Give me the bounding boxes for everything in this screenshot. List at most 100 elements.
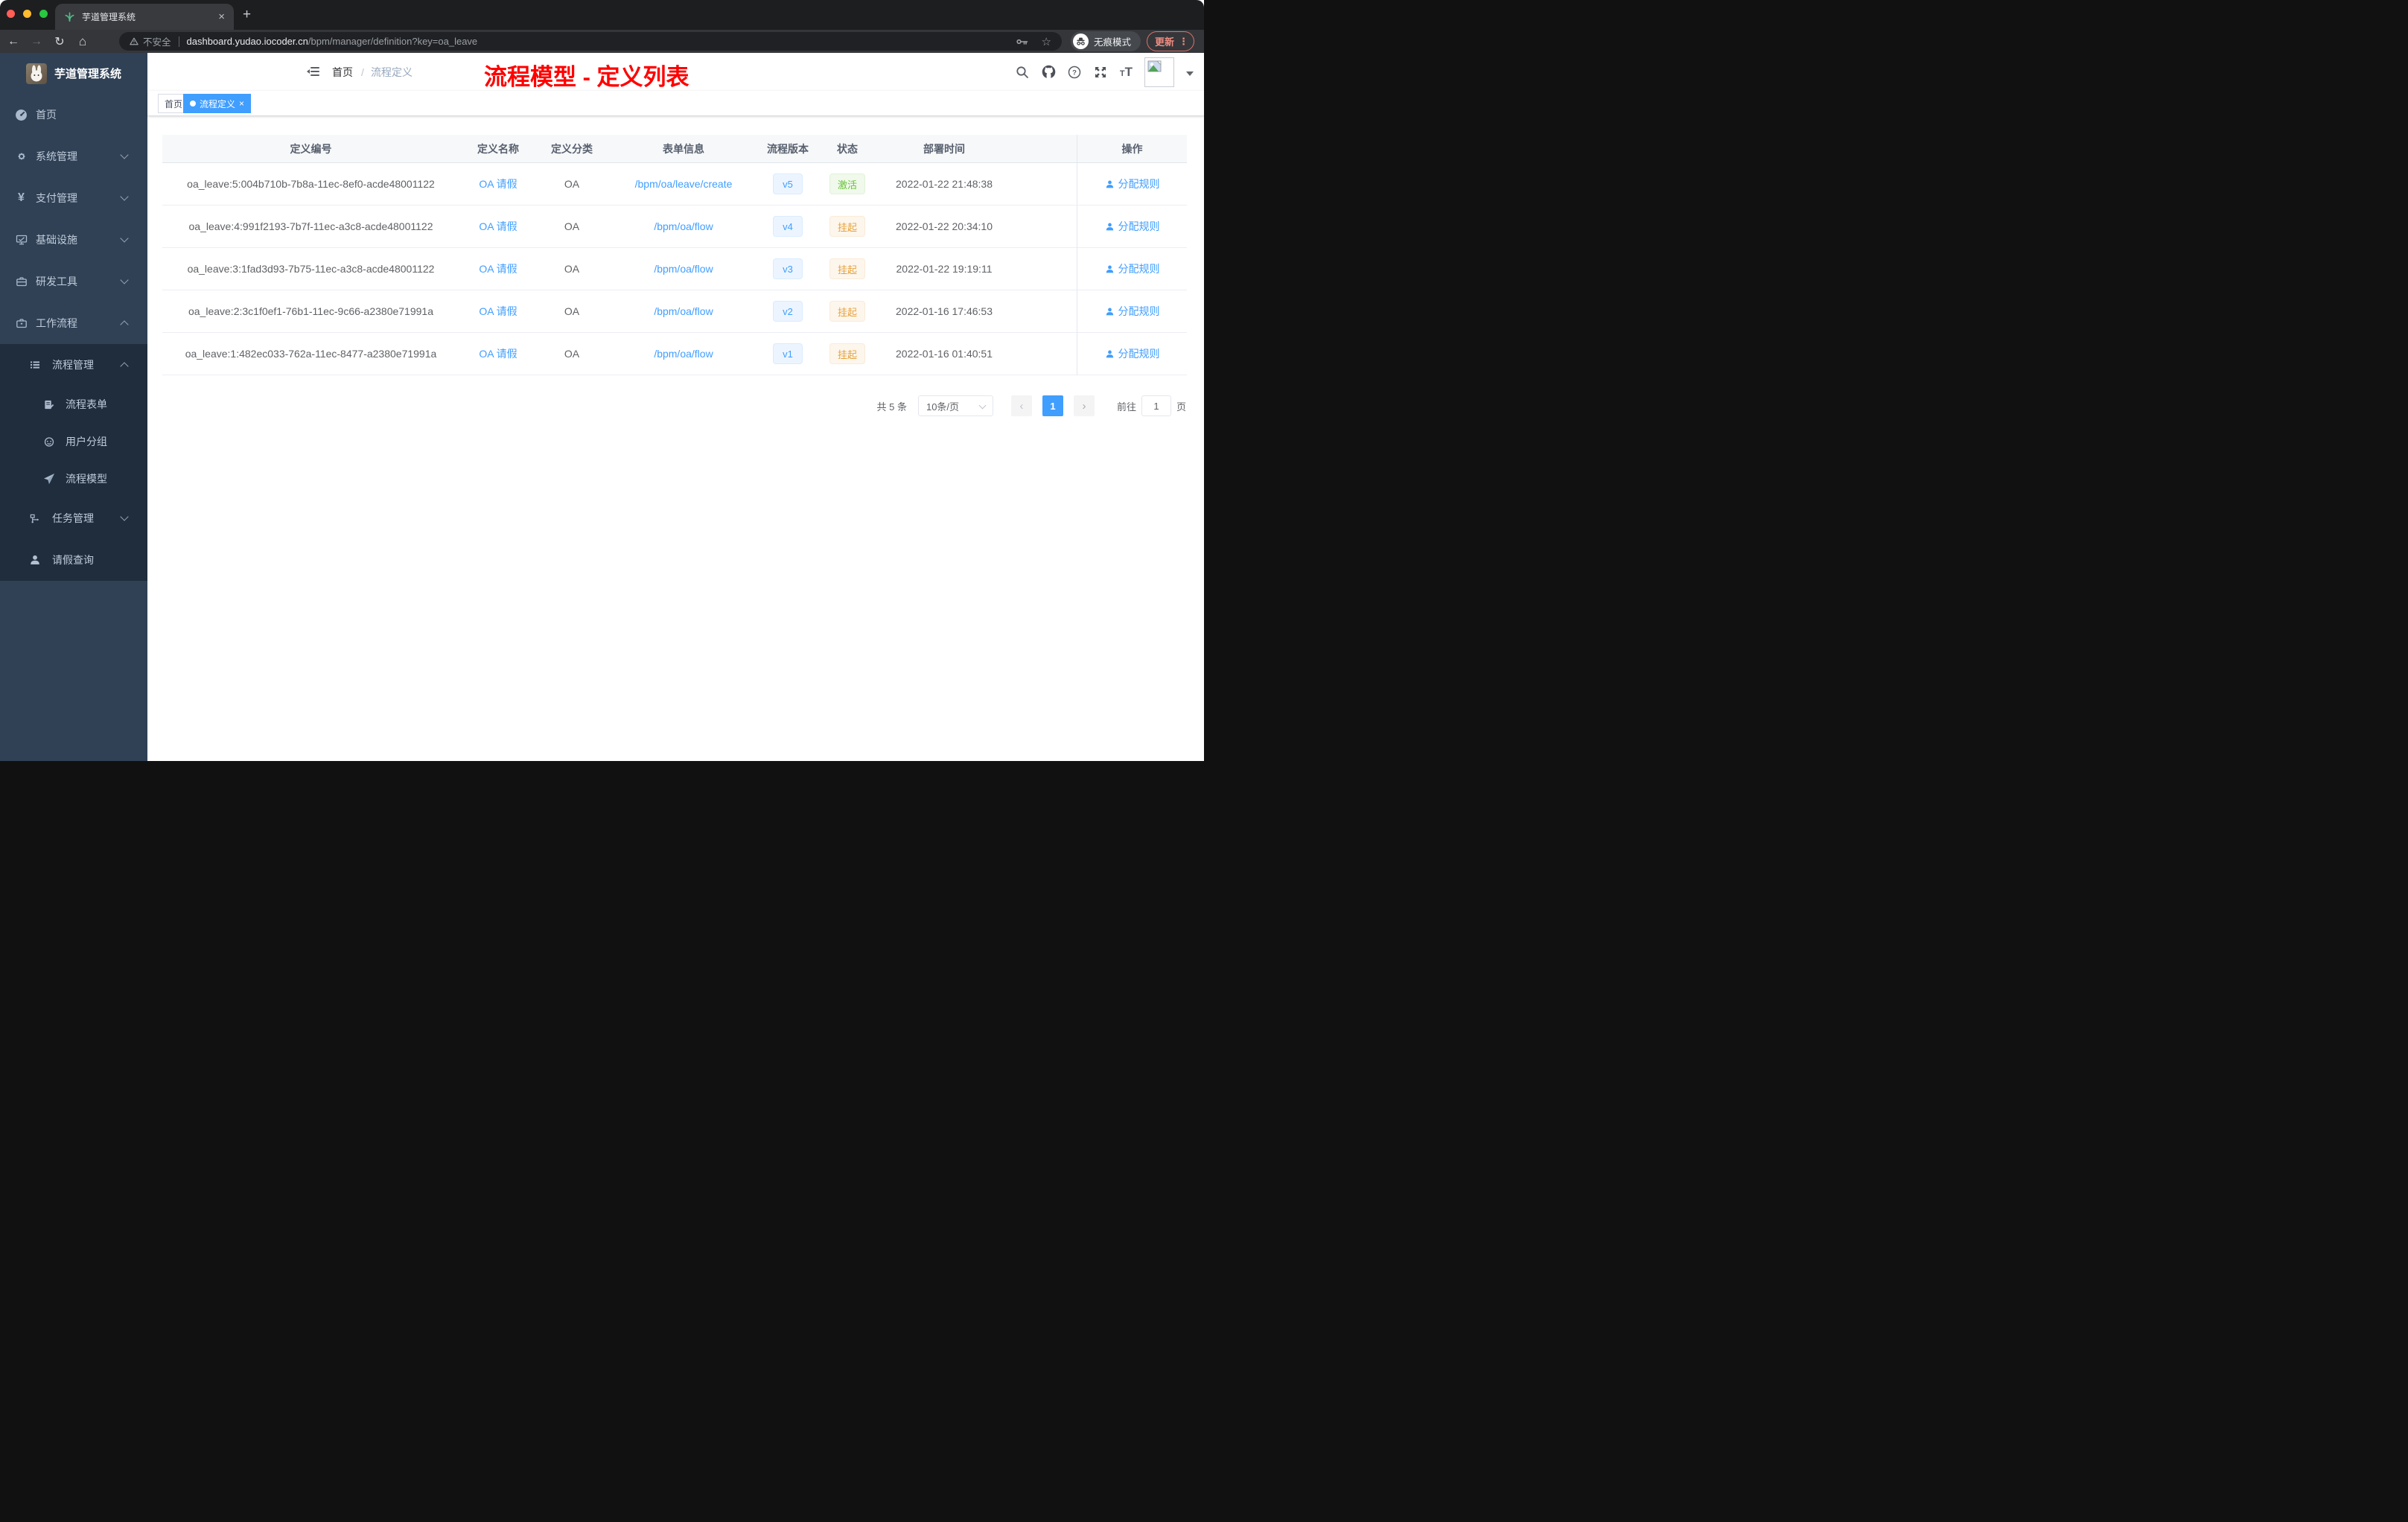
assign-rule-link[interactable]: 分配规则 [1118,176,1160,191]
form-link[interactable]: /bpm/oa/flow [654,220,713,232]
monitor-icon [15,234,28,246]
address-bar[interactable]: 不安全 dashboard.yudao.iocoder.cn/bpm/manag… [119,32,1062,51]
goto-label: 前往 [1116,401,1136,413]
chevron-down-icon [978,401,987,410]
column-header-spacer [1009,135,1077,163]
back-icon[interactable]: ← [4,30,22,53]
security-label[interactable]: 不安全 [143,34,171,48]
current-page-button[interactable]: 1 [1042,395,1063,416]
column-header: 表单信息 [607,135,760,163]
page-size-select[interactable]: 10条/页 [917,395,993,416]
sidebar-item-process-form[interactable]: 流程表单 [0,386,147,423]
status-badge: 激活 [829,173,865,194]
form-link[interactable]: /bpm/oa/flow [654,305,713,317]
fullscreen-icon[interactable] [1094,65,1108,79]
sidebar-item-payment[interactable]: ¥ 支付管理 [0,177,147,219]
warning-icon [130,37,138,45]
help-icon[interactable]: ? [1068,65,1082,79]
update-button[interactable]: 更新 ⋮ [1147,31,1194,51]
sidebar-item-leave-query[interactable]: 请假查询 [0,539,147,581]
sidebar-item-task-mgmt[interactable]: 任务管理 [0,497,147,539]
forward-icon[interactable]: → [28,30,45,53]
version-badge: v5 [773,173,803,194]
tag-active-process-definition[interactable]: 流程定义 × [183,94,252,113]
navbar-right-menu: ? TT [1016,53,1194,91]
user-icon [1105,307,1115,316]
incognito-icon [1073,34,1089,49]
traffic-light-minimize-icon[interactable] [23,10,31,18]
chevron-down-icon [120,192,129,201]
sidebar-item-label: 流程模型 [66,473,107,485]
column-header: 定义名称 [459,135,537,163]
row-spacer [1009,206,1077,248]
tab-strip: 芋道管理系统 × + [0,0,1204,30]
sidebar-item-process-model[interactable]: 流程模型 [0,460,147,497]
browser-tab[interactable]: 芋道管理系统 × [55,4,234,30]
table-row: oa_leave:5:004b710b-7b8a-11ec-8ef0-acde4… [162,163,1187,206]
traffic-light-close-icon[interactable] [7,10,15,18]
incognito-badge: 无痕模式 [1071,31,1141,51]
goto-page-input[interactable] [1141,395,1171,416]
next-page-button[interactable]: › [1073,395,1095,416]
assign-rule-link[interactable]: 分配规则 [1118,219,1160,234]
sidebar-item-process-mgmt[interactable]: 流程管理 [0,344,147,386]
chevron-down-icon [120,234,129,243]
sidebar-item-user-group[interactable]: 用户分组 [0,423,147,460]
list-icon [28,359,41,372]
sidebar-item-home[interactable]: 首页 [0,94,147,136]
definition-name-link[interactable]: OA 请假 [479,346,517,361]
sidebar-item-label: 用户分组 [66,436,107,448]
definition-name-link[interactable]: OA 请假 [479,261,517,276]
avatar-broken-image-icon[interactable] [1144,57,1174,87]
sidebar-item-label: 请假查询 [52,554,94,566]
definition-id: oa_leave:5:004b710b-7b8a-11ec-8ef0-acde4… [187,178,435,190]
font-size-icon[interactable]: TT [1120,66,1133,78]
key-icon[interactable] [1016,37,1028,46]
column-header: 定义分类 [537,135,607,163]
tag-close-icon[interactable]: × [239,99,244,108]
hamburger-icon[interactable] [307,66,320,81]
sidebar-menu: 首页 系统管理 ¥ 支付管理 基础设施 研发工具 工作流程 流程管理 流程表单 … [0,94,147,581]
user-icon [1105,179,1115,189]
browser-menu-icon[interactable]: ⋮ [1179,36,1188,46]
sidebar-item-label: 首页 [36,109,57,121]
bookmark-star-icon[interactable]: ☆ [1042,35,1051,48]
tree-icon [28,512,41,525]
chevron-up-icon [120,362,129,371]
search-icon[interactable] [1016,65,1030,79]
sidebar-item-devtools[interactable]: 研发工具 [0,261,147,302]
deploy-time: 2022-01-22 20:34:10 [896,220,993,232]
sidebar-item-workflow[interactable]: 工作流程 [0,302,147,344]
assign-rule-link[interactable]: 分配规则 [1118,261,1160,276]
caret-down-icon[interactable] [1186,71,1194,76]
prev-page-button[interactable]: ‹ [1010,395,1032,416]
table-row: oa_leave:2:3c1f0ef1-76b1-11ec-9c66-a2380… [162,290,1187,333]
definition-name-link[interactable]: OA 请假 [479,176,517,191]
column-header: 定义编号 [162,135,459,163]
sidebar-logo[interactable]: 芋道管理系统 [0,53,147,94]
status-badge: 挂起 [829,216,865,237]
sidebar-item-infra[interactable]: 基础设施 [0,219,147,261]
page-size-value: 10条/页 [926,401,960,413]
definition-id: oa_leave:2:3c1f0ef1-76b1-11ec-9c66-a2380… [188,305,433,317]
home-icon[interactable]: ⌂ [74,30,92,53]
form-link[interactable]: /bpm/oa/flow [654,263,713,275]
form-link[interactable]: /bpm/oa/flow [654,348,713,360]
new-tab-button[interactable]: + [243,7,251,23]
chevron-down-icon [120,512,129,521]
sidebar-item-system[interactable]: 系统管理 [0,136,147,177]
definition-name-link[interactable]: OA 请假 [479,304,517,319]
github-icon[interactable] [1042,65,1056,79]
breadcrumb-current: 流程定义 [371,66,413,78]
definition-name-link[interactable]: OA 请假 [479,219,517,234]
assign-rule-link[interactable]: 分配规则 [1118,346,1160,361]
assign-rule-link[interactable]: 分配规则 [1118,304,1160,319]
form-link[interactable]: /bpm/oa/leave/create [635,178,733,190]
definition-category: OA [564,220,580,232]
breadcrumb-home[interactable]: 首页 [332,53,353,91]
update-label[interactable]: 更新 [1155,34,1174,48]
row-spacer [1009,290,1077,333]
traffic-light-zoom-icon[interactable] [39,10,48,18]
reload-icon[interactable]: ↻ [51,30,69,53]
tab-close-icon[interactable]: × [218,11,225,22]
